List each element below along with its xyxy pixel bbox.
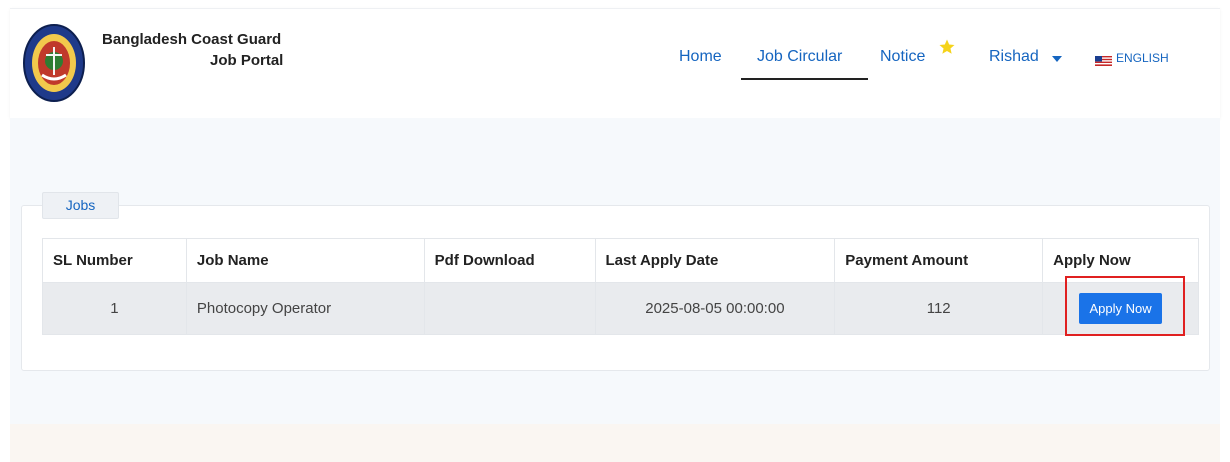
table-row: 1 Photocopy Operator 2025-08-05 00:00:00…	[42, 282, 1199, 335]
cell-sl-number: 1	[42, 282, 187, 335]
brand-subtitle: Job Portal	[210, 52, 284, 69]
language-selector[interactable]: ENGLISH	[1116, 51, 1169, 65]
jobs-tab[interactable]: Jobs	[42, 192, 119, 219]
footer-area	[10, 424, 1220, 462]
active-nav-underline	[741, 78, 868, 80]
highlight-annotation-box	[1065, 276, 1185, 336]
nav-home-link[interactable]: Home	[679, 48, 722, 66]
column-header-pdf-download: Pdf Download	[423, 238, 596, 283]
cell-pdf-download[interactable]	[423, 282, 596, 335]
star-icon	[939, 39, 955, 54]
cell-job-name: Photocopy Operator	[185, 282, 425, 335]
column-header-last-apply-date: Last Apply Date	[594, 238, 836, 283]
cell-payment-amount: 112	[834, 282, 1044, 335]
column-header-sl-number: SL Number	[42, 238, 187, 283]
nav-job-circular-link[interactable]: Job Circular	[757, 48, 842, 66]
jobs-table: SL Number Job Name Pdf Download Last App…	[42, 238, 1199, 335]
table-header-row: SL Number Job Name Pdf Download Last App…	[42, 238, 1199, 283]
coast-guard-logo-icon[interactable]	[22, 23, 86, 103]
user-menu-dropdown[interactable]: Rishad	[989, 48, 1039, 66]
cell-last-apply-date: 2025-08-05 00:00:00	[594, 282, 836, 335]
us-flag-icon[interactable]	[1095, 56, 1112, 66]
chevron-down-icon[interactable]	[1052, 56, 1062, 62]
column-header-payment-amount: Payment Amount	[834, 238, 1044, 283]
nav-notice-link[interactable]: Notice	[880, 48, 925, 66]
brand-title: Bangladesh Coast Guard	[102, 31, 282, 48]
column-header-job-name: Job Name	[185, 238, 425, 283]
